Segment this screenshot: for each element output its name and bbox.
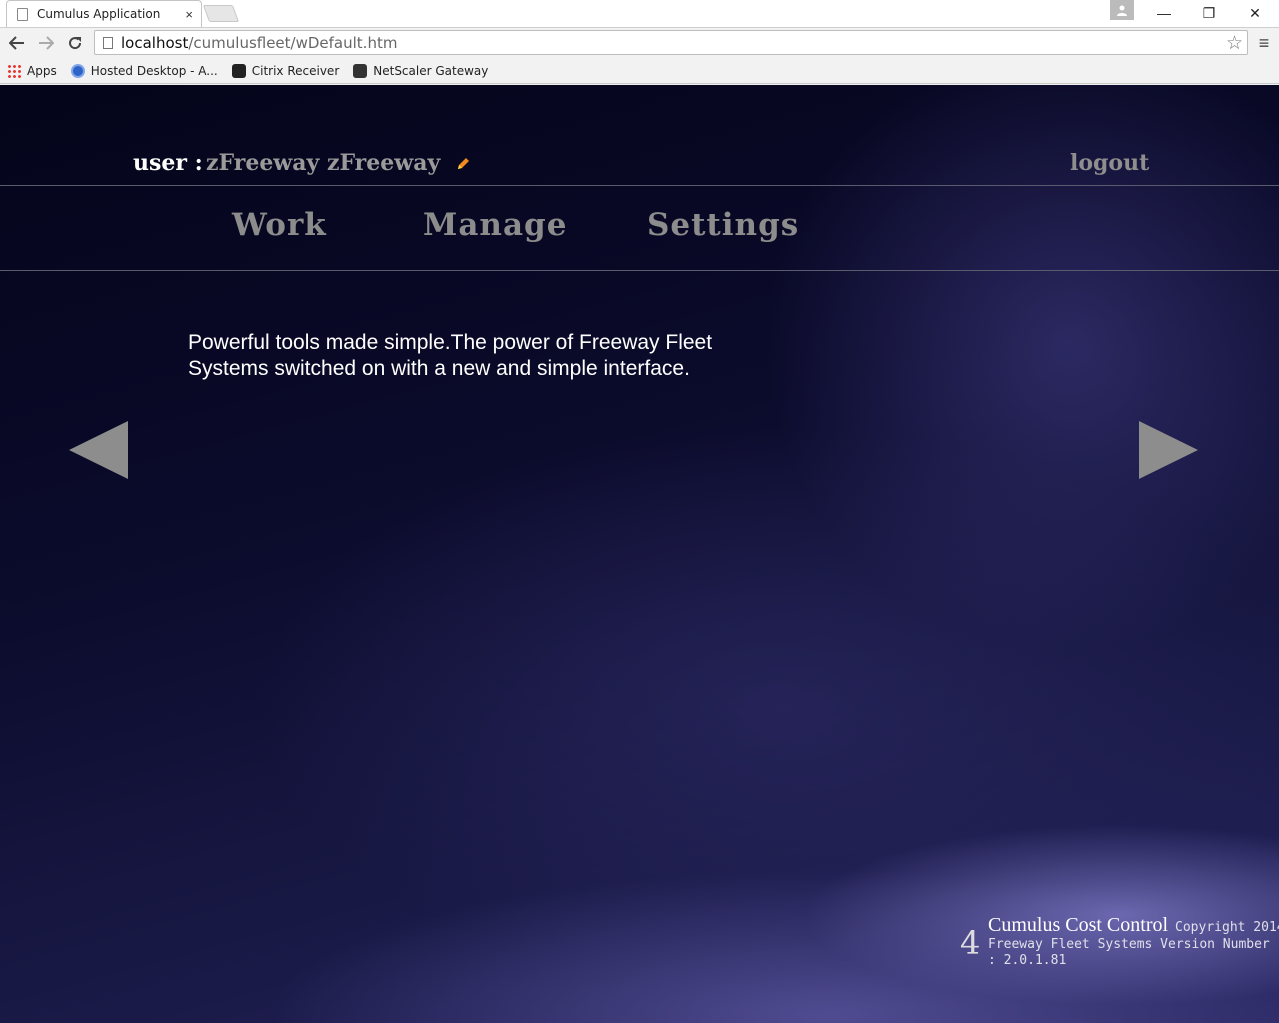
- bookmark-label: Hosted Desktop - A...: [90, 63, 218, 78]
- bookmark-label: Citrix Receiver: [251, 63, 340, 78]
- menu-work[interactable]: Work: [232, 207, 327, 243]
- bookmark-label: NetScaler Gateway: [373, 63, 489, 78]
- product-line: Cumulus Cost Control Copyright 2014: [988, 914, 1279, 937]
- menu-manage[interactable]: Manage: [423, 207, 567, 243]
- profile-icon[interactable]: [1110, 0, 1134, 20]
- forward-icon[interactable]: [35, 32, 57, 54]
- edit-pencil-icon[interactable]: [456, 157, 470, 171]
- user-bar: user : zFreeway zFreeway logout: [0, 85, 1279, 186]
- hosted-desktop-icon: [70, 63, 85, 78]
- tab-title: Cumulus Application: [37, 7, 161, 21]
- user-name: zFreeway zFreeway: [206, 150, 441, 176]
- new-tab-button[interactable]: [202, 5, 240, 22]
- bookmark-apps[interactable]: Apps: [7, 63, 57, 78]
- previous-arrow-icon[interactable]: [69, 421, 128, 479]
- url-path: /cumulusfleet/wDefault.htm: [188, 34, 398, 52]
- address-bar[interactable]: localhost/cumulusfleet/wDefault.htm ☆: [94, 30, 1248, 55]
- user-label: user :: [133, 150, 203, 176]
- browser-tab[interactable]: Cumulus Application ×: [6, 0, 202, 27]
- copyright-text: Copyright 2014: [1175, 920, 1279, 935]
- browser-toolbar: localhost/cumulusfleet/wDefault.htm ☆ ≡: [0, 28, 1279, 58]
- star-icon[interactable]: ☆: [1226, 32, 1243, 55]
- close-window-button[interactable]: ✕: [1232, 2, 1278, 24]
- url-text: localhost/cumulusfleet/wDefault.htm: [121, 34, 397, 52]
- citrix-icon: [231, 63, 246, 78]
- page-info-icon[interactable]: [103, 37, 113, 49]
- app-content: user : zFreeway zFreeway logout Work Man…: [0, 85, 1279, 1023]
- next-arrow-icon[interactable]: [1139, 421, 1198, 479]
- netscaler-icon: [353, 63, 368, 78]
- bookmark-netscaler-gateway[interactable]: NetScaler Gateway: [353, 63, 489, 78]
- back-icon[interactable]: [6, 32, 28, 54]
- reload-icon[interactable]: [64, 32, 86, 54]
- main-menu: Work Manage Settings: [0, 187, 1279, 271]
- company-version: Freeway Fleet Systems Version Number : 2…: [988, 937, 1270, 968]
- apps-grid-icon: [7, 63, 21, 78]
- page-icon: [17, 7, 28, 21]
- tagline-text: Powerful tools made simple.The power of …: [188, 331, 713, 380]
- url-host: localhost: [121, 34, 189, 52]
- bookmark-citrix-receiver[interactable]: Citrix Receiver: [231, 63, 340, 78]
- logout-link[interactable]: logout: [1070, 150, 1149, 176]
- maximize-button[interactable]: ❐: [1186, 2, 1232, 24]
- bookmark-hosted-desktop[interactable]: Hosted Desktop - A...: [70, 63, 218, 78]
- menu-settings[interactable]: Settings: [647, 207, 799, 243]
- bookmarks-bar: Apps Hosted Desktop - A... Citrix Receiv…: [0, 58, 1279, 84]
- page-number: 4: [960, 924, 981, 962]
- minimize-button[interactable]: —: [1141, 2, 1187, 24]
- product-name: Cumulus Cost Control: [988, 914, 1169, 936]
- browser-titlebar: Cumulus Application × — ❐ ✕: [0, 0, 1279, 28]
- tab-close-icon[interactable]: ×: [185, 7, 193, 22]
- hamburger-icon[interactable]: ≡: [1254, 32, 1274, 54]
- bookmark-label: Apps: [27, 63, 57, 78]
